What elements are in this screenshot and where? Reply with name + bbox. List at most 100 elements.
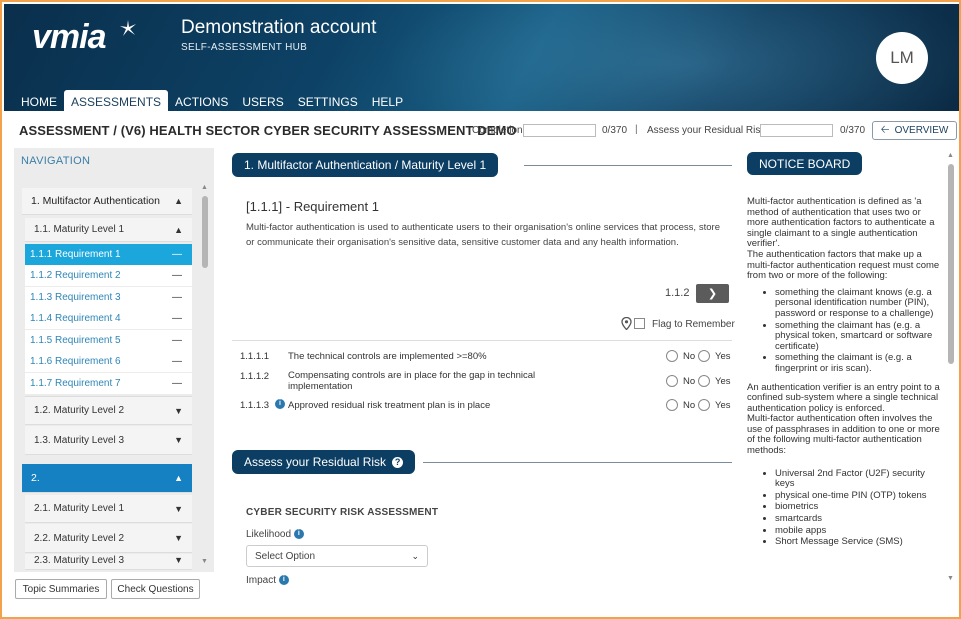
residual-risk-pill: Assess your Residual Risk ?: [232, 450, 416, 474]
caret-down-icon: ▼: [174, 435, 183, 445]
scroll-thumb[interactable]: [948, 164, 954, 364]
maturity-level-1[interactable]: 1.1. Maturity Level 1 ▲: [25, 218, 192, 242]
status-dash: —: [172, 249, 182, 260]
question-row: 1.1.1.2 Compensating controls are in pla…: [232, 367, 732, 394]
notice-list-item: something the claimant has (e.g. a physi…: [775, 320, 942, 353]
nav-assessments[interactable]: ASSESSMENTS: [64, 90, 169, 111]
notice-list: Universal 2nd Factor (U2F) security keys…: [775, 468, 942, 548]
radio-yes-label: Yes: [715, 376, 731, 387]
notice-board-scrollbar[interactable]: ▲ ▼: [946, 152, 956, 587]
flag-checkbox[interactable]: [634, 318, 645, 329]
section-2[interactable]: 2. ▲: [22, 464, 192, 493]
notice-board-heading: NOTICE BOARD: [747, 152, 863, 175]
section-multifactor-authentication[interactable]: 1. Multifactor Authentication ▲: [22, 188, 192, 215]
section-2-maturity-level-2[interactable]: 2.2. Maturity Level 2 ▼: [25, 524, 192, 553]
radio-no-label: No: [683, 376, 696, 387]
question-text: Approved residual risk treatment plan is…: [288, 400, 491, 411]
section-2-maturity-level-1[interactable]: 2.1. Maturity Level 1 ▼: [25, 495, 192, 523]
caret-up-icon: ▲: [174, 473, 183, 483]
notice-list-item: biometrics: [775, 502, 942, 513]
status-dash: —: [172, 270, 182, 281]
user-avatar[interactable]: LM: [876, 32, 928, 84]
radio-yes[interactable]: [698, 375, 710, 387]
radio-no-label: No: [683, 351, 696, 362]
caret-up-icon: ▲: [174, 196, 183, 206]
risk-assessment-heading: CYBER SECURITY RISK ASSESSMENT: [246, 507, 439, 518]
nav-help[interactable]: HELP: [365, 90, 410, 111]
residual-risk-label: Assess your Residual Risk: [647, 125, 766, 136]
radio-no[interactable]: [666, 399, 678, 411]
scroll-up-icon[interactable]: ▲: [201, 184, 208, 191]
requirement-7[interactable]: 1.1.7 Requirement 7 —: [25, 373, 192, 394]
notice-paragraph: An authentication verifier is an entry p…: [747, 381, 940, 414]
maturity-level-3[interactable]: 1.3. Maturity Level 3 ▼: [25, 426, 192, 455]
maturity-level-2[interactable]: 1.2. Maturity Level 2 ▼: [25, 396, 192, 425]
completion-progress-bar: [523, 124, 596, 137]
nav-home[interactable]: HOME: [14, 90, 64, 111]
requirement-1[interactable]: 1.1.1 Requirement 1 —: [25, 244, 192, 265]
header-glow: [384, 4, 959, 111]
notice-list-item: Short Message Service (SMS): [775, 537, 942, 548]
completion-label: Completion: [472, 125, 523, 136]
requirement-2[interactable]: 1.1.2 Requirement 2 —: [25, 265, 192, 286]
radio-no[interactable]: [666, 350, 678, 362]
maturity-label: 2.1. Maturity Level 1: [34, 503, 125, 514]
help-icon[interactable]: ?: [392, 456, 404, 468]
info-icon[interactable]: i: [293, 529, 304, 540]
overview-button[interactable]: 🡠 OVERVIEW: [872, 121, 957, 140]
status-dash: —: [172, 356, 182, 367]
requirement-label: 1.1.5 Requirement 5: [30, 335, 121, 346]
notice-list-item: mobile apps: [775, 525, 942, 537]
info-icon[interactable]: i: [278, 575, 289, 586]
app-frame: vmia Demonstration account SELF-ASSESSME…: [0, 0, 961, 619]
notice-paragraph: Multi-factor authentication often involv…: [747, 413, 940, 457]
question-text: Compensating controls are in place for t…: [288, 370, 536, 392]
question-text: The technical controls are implemented >…: [288, 351, 487, 362]
scroll-down-icon[interactable]: ▼: [201, 558, 208, 565]
caret-down-icon: ▼: [174, 533, 183, 543]
divider: [423, 462, 732, 463]
requirement-6[interactable]: 1.1.6 Requirement 6 —: [25, 351, 192, 372]
check-questions-button[interactable]: Check Questions: [111, 579, 200, 599]
sidebar-scrollbar[interactable]: ▲ ▼: [200, 184, 210, 570]
requirement-4[interactable]: 1.1.4 Requirement 4 —: [25, 308, 192, 329]
scroll-down-icon[interactable]: ▼: [947, 575, 954, 582]
navigation-heading: NAVIGATION: [21, 155, 91, 167]
topic-summaries-button[interactable]: Topic Summaries: [15, 579, 107, 599]
radio-no[interactable]: [666, 375, 678, 387]
notice-list-item: smartcards: [775, 513, 942, 525]
status-dash: —: [172, 292, 182, 303]
requirement-label: 1.1.6 Requirement 6: [30, 356, 121, 367]
nav-actions[interactable]: ACTIONS: [168, 90, 235, 111]
requirement-label: 1.1.1 Requirement 1: [30, 249, 121, 260]
radio-yes[interactable]: [698, 399, 710, 411]
scroll-thumb[interactable]: [202, 196, 208, 268]
residual-risk-count: 0/370: [840, 125, 866, 136]
requirement-title: [1.1.1] - Requirement 1: [246, 199, 379, 214]
nav-settings[interactable]: SETTINGS: [291, 90, 365, 111]
overview-label: OVERVIEW: [894, 125, 949, 136]
separator: |: [635, 124, 638, 135]
next-button[interactable]: ❯: [696, 284, 729, 303]
radio-yes[interactable]: [698, 350, 710, 362]
likelihood-select[interactable]: Select Option ⌄: [246, 545, 428, 567]
residual-risk-progress-bar: [760, 124, 833, 137]
notice-list-item: physical one-time PIN (OTP) tokens: [775, 490, 942, 502]
nav-users[interactable]: USERS: [235, 90, 290, 111]
question-row: 1.1.1.1 The technical controls are imple…: [232, 340, 732, 367]
question-row: 1.1.1.3 i Approved residual risk treatme…: [232, 395, 732, 417]
requirement-5[interactable]: 1.1.5 Requirement 5 —: [25, 330, 192, 351]
requirement-label: 1.1.7 Requirement 7: [30, 378, 121, 389]
vmia-logo[interactable]: vmia: [32, 18, 106, 57]
chevron-right-icon: ❯: [707, 288, 718, 300]
section-label: 2.: [31, 472, 40, 484]
requirement-3[interactable]: 1.1.3 Requirement 3 —: [25, 287, 192, 308]
maturity-label: 2.3. Maturity Level 3: [34, 555, 125, 566]
notice-paragraph: Multi-factor authentication is defined a…: [747, 196, 935, 250]
location-pin-icon: [621, 317, 632, 330]
info-icon[interactable]: i: [275, 399, 285, 409]
scroll-up-icon[interactable]: ▲: [947, 152, 954, 159]
section-2-maturity-level-3[interactable]: 2.3. Maturity Level 3 ▼: [25, 554, 192, 570]
completion-count: 0/370: [602, 125, 628, 136]
notice-paragraph: The authentication factors that make up …: [747, 248, 940, 282]
